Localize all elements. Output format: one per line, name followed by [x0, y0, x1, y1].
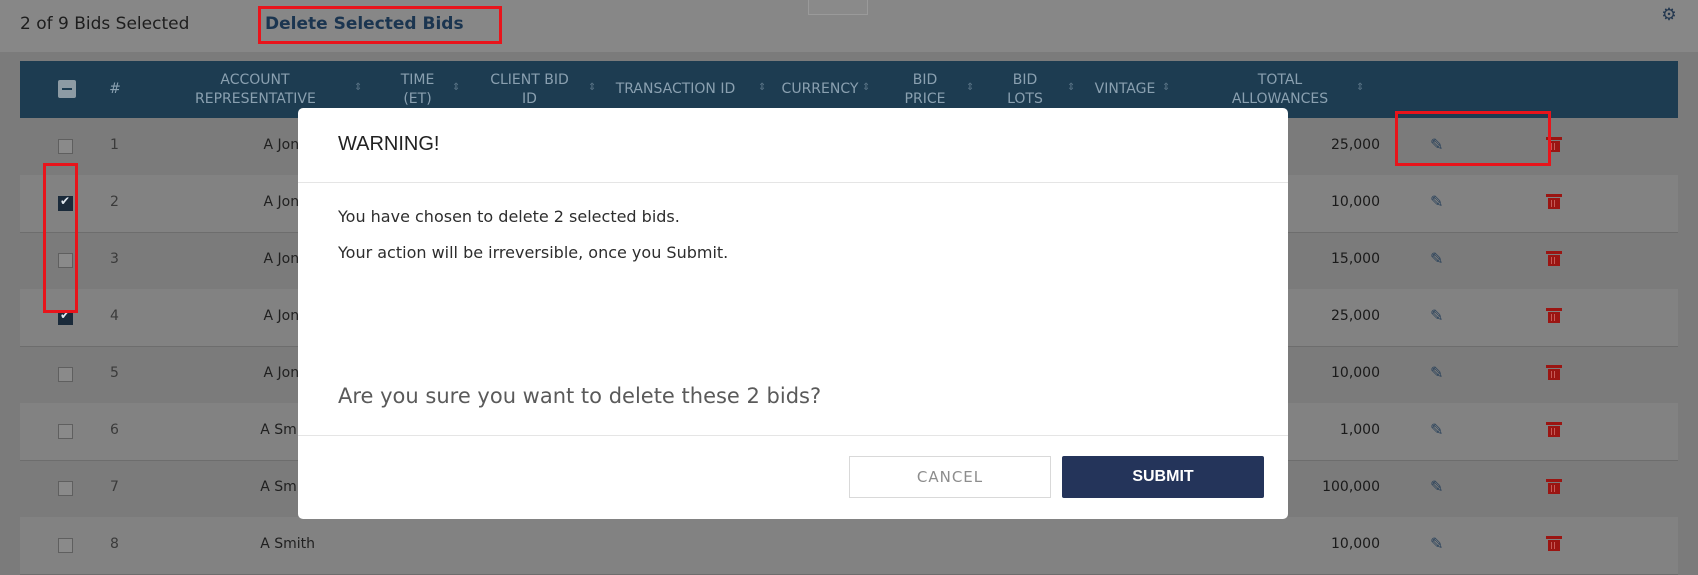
sort-icon[interactable]: ⇕: [354, 83, 362, 93]
trash-icon[interactable]: [1546, 478, 1562, 495]
trash-icon[interactable]: [1546, 250, 1562, 267]
row-checkbox[interactable]: [58, 538, 73, 553]
table-row[interactable]: 8 A Smith 10,000 ✎: [20, 517, 1678, 575]
row-number: 1: [110, 137, 119, 153]
row-checkbox[interactable]: [58, 139, 73, 154]
total-allowances-cell: 25,000: [1331, 308, 1380, 324]
row-number: 6: [110, 422, 119, 438]
total-allowances-cell: 1,000: [1339, 422, 1380, 438]
total-allowances-cell: 10,000: [1331, 365, 1380, 381]
sort-icon[interactable]: ⇕: [966, 83, 974, 93]
column-header-num[interactable]: #: [100, 61, 130, 118]
divider: [298, 182, 1288, 183]
total-allowances-cell: 100,000: [1322, 479, 1380, 495]
edit-icon[interactable]: ✎: [1430, 478, 1448, 496]
row-number: 8: [110, 536, 119, 552]
row-checkbox[interactable]: [58, 367, 73, 382]
edit-icon[interactable]: ✎: [1430, 250, 1448, 268]
row-checkbox[interactable]: [58, 481, 73, 496]
row-number: 5: [110, 365, 119, 381]
row-number: 2: [110, 194, 119, 210]
select-all-checkbox[interactable]: [58, 80, 76, 98]
sort-icon[interactable]: ⇕: [588, 83, 596, 93]
selected-count-label: 2 of 9 Bids Selected: [20, 14, 190, 34]
sort-icon[interactable]: ⇕: [1067, 83, 1075, 93]
cancel-button[interactable]: CANCEL: [849, 456, 1051, 498]
row-number: 4: [110, 308, 119, 324]
sort-icon[interactable]: ⇕: [758, 83, 766, 93]
divider: [298, 435, 1288, 436]
total-allowances-cell: 25,000: [1331, 137, 1380, 153]
trash-icon[interactable]: [1546, 307, 1562, 324]
total-allowances-cell: 10,000: [1331, 194, 1380, 210]
dialog-question: Are you sure you want to delete these 2 …: [338, 384, 822, 408]
sort-icon[interactable]: ⇕: [1162, 83, 1170, 93]
row-number: 7: [110, 479, 119, 495]
edit-icon[interactable]: ✎: [1430, 364, 1448, 382]
highlight-box-row-actions: [1395, 111, 1551, 166]
edit-icon[interactable]: ✎: [1430, 307, 1448, 325]
edit-icon[interactable]: ✎: [1430, 535, 1448, 553]
row-number: 3: [110, 251, 119, 267]
sort-icon[interactable]: ⇕: [1356, 83, 1364, 93]
gear-icon[interactable]: ⚙: [1660, 6, 1678, 24]
toolbar: 2 of 9 Bids Selected Delete Selected Bid…: [0, 0, 1698, 52]
account-rep-cell: A Smith: [260, 536, 315, 552]
highlight-box-checkboxes: [43, 163, 78, 313]
edit-icon[interactable]: ✎: [1430, 193, 1448, 211]
page-size-select[interactable]: [808, 0, 868, 15]
dialog-message-line-2: Your action will be irreversible, once y…: [338, 243, 729, 262]
row-checkbox[interactable]: [58, 424, 73, 439]
dialog-title: WARNING!: [338, 133, 440, 155]
trash-icon[interactable]: [1546, 421, 1562, 438]
trash-icon[interactable]: [1546, 364, 1562, 381]
edit-icon[interactable]: ✎: [1430, 421, 1448, 439]
submit-button[interactable]: SUBMIT: [1062, 456, 1264, 498]
dialog-message-line-1: You have chosen to delete 2 selected bid…: [338, 207, 680, 226]
trash-icon[interactable]: [1546, 535, 1562, 552]
sort-icon[interactable]: ⇕: [452, 83, 460, 93]
total-allowances-cell: 10,000: [1331, 536, 1380, 552]
sort-icon[interactable]: ⇕: [862, 83, 870, 93]
trash-icon[interactable]: [1546, 193, 1562, 210]
highlight-box-delete-link: [258, 6, 502, 44]
total-allowances-cell: 15,000: [1331, 251, 1380, 267]
delete-confirmation-dialog: WARNING! You have chosen to delete 2 sel…: [298, 108, 1288, 519]
